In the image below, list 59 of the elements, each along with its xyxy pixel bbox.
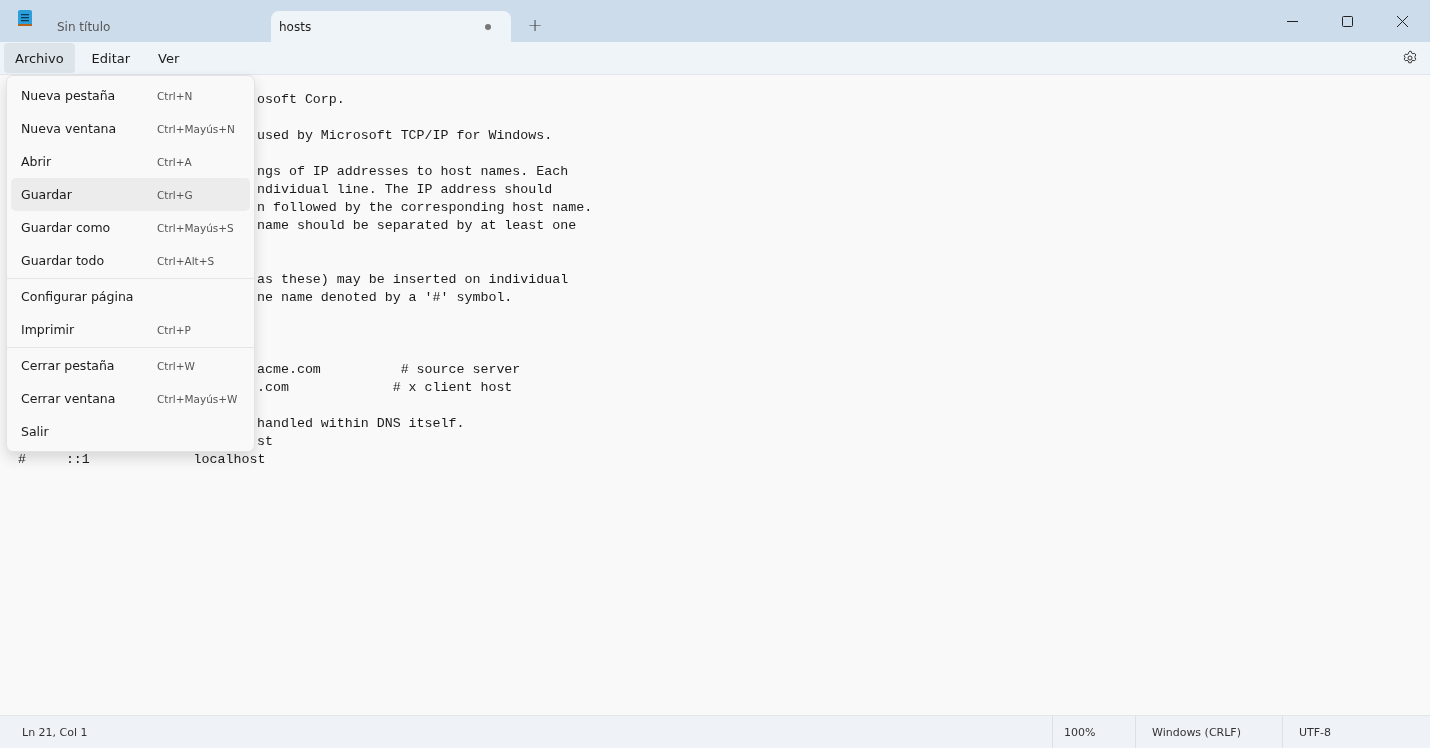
menu-item-label: Nueva ventana [21, 121, 118, 136]
document-tab[interactable]: hosts [271, 11, 511, 42]
menu-item-label: Guardar todo [21, 253, 106, 268]
shortcut-text: Ctrl+Alt+S [157, 254, 215, 267]
menu-item-label: Salir [21, 424, 50, 439]
unsaved-dot-icon [485, 23, 491, 30]
menu-item-label: Cerrar pestaña [21, 358, 116, 373]
menu-item[interactable]: Abrir Ctrl+A [11, 145, 250, 178]
code-line: handled within DNS itself. [257, 415, 466, 433]
code-line: n followed by the corresponding host name. [257, 199, 594, 217]
line-ending[interactable]: Windows (CRLF) [1135, 715, 1282, 748]
code-line: ne name denoted by a '#' symbol. [257, 289, 514, 307]
encoding[interactable]: UTF-8 [1282, 715, 1430, 748]
menu-bar-item[interactable]: Editar [80, 43, 142, 73]
menu-item[interactable]: Guardar como Ctrl+Mayús+S [11, 211, 250, 244]
zoom-level[interactable]: 100% [1052, 715, 1135, 748]
menu-bar-item[interactable]: Archivo [4, 43, 75, 73]
menu-item-label: Guardar [21, 187, 73, 202]
shortcut-text: Ctrl+W [157, 359, 195, 372]
menu-bar-item[interactable]: Ver [147, 43, 191, 73]
code-line: as these) may be inserted on individual [257, 271, 570, 289]
document-tab[interactable]: Sin título [32, 11, 263, 42]
code-line: st [257, 433, 274, 451]
menu-item[interactable]: Salir [11, 415, 250, 448]
menu-item-label: Imprimir [21, 322, 76, 337]
menu-item-label: Guardar como [21, 220, 112, 235]
menu-item-label: Configurar página [21, 289, 135, 304]
menu-item[interactable]: Guardar Ctrl+G [11, 178, 250, 211]
shortcut-text: Ctrl+P [157, 323, 191, 336]
code-line: .com # x client host [257, 379, 514, 397]
cursor-position: Ln 21, Col 1 [22, 725, 88, 739]
shortcut-text: Ctrl+Mayús+S [157, 221, 234, 234]
menu-item[interactable]: Guardar todo Ctrl+Alt+S [11, 244, 250, 277]
code-line: used by Microsoft TCP/IP for Windows. [257, 127, 554, 145]
code-line: osoft Corp. [257, 91, 346, 109]
settings-icon[interactable] [1402, 50, 1418, 66]
shortcut-text: Ctrl+Mayús+N [157, 122, 235, 135]
notepad-icon [18, 9, 32, 27]
code-line: name should be separated by at least one [257, 217, 578, 235]
close-icon [1397, 15, 1408, 27]
code-line: ndividual line. The IP address should [257, 181, 554, 199]
menu-item-label: Nueva pestaña [21, 88, 117, 103]
shortcut-text: Ctrl+Mayús+W [157, 392, 238, 405]
menu-item-label: Cerrar ventana [21, 391, 117, 406]
shortcut-text: Ctrl+A [157, 155, 192, 168]
menu-item[interactable]: Cerrar pestaña Ctrl+W [11, 349, 250, 382]
code-line: acme.com # source server [257, 361, 522, 379]
menu-item[interactable]: Nueva ventana Ctrl+Mayús+N [11, 112, 250, 145]
menu-item[interactable]: Nueva pestaña Ctrl+N [11, 79, 250, 112]
new-tab-button[interactable]: + [525, 12, 545, 36]
menu-item-label: Abrir [21, 154, 53, 169]
code-line: # ::1 localhost [18, 451, 267, 469]
shortcut-text: Ctrl+N [157, 89, 193, 102]
menu-item[interactable]: Cerrar ventana Ctrl+Mayús+W [11, 382, 250, 415]
menu-item[interactable]: Imprimir Ctrl+P [11, 313, 250, 346]
menu-item[interactable]: Configurar página [11, 280, 250, 313]
shortcut-text: Ctrl+G [157, 188, 193, 201]
code-line: ngs of IP addresses to host names. Each [257, 163, 570, 181]
maximize-icon [1342, 15, 1353, 27]
